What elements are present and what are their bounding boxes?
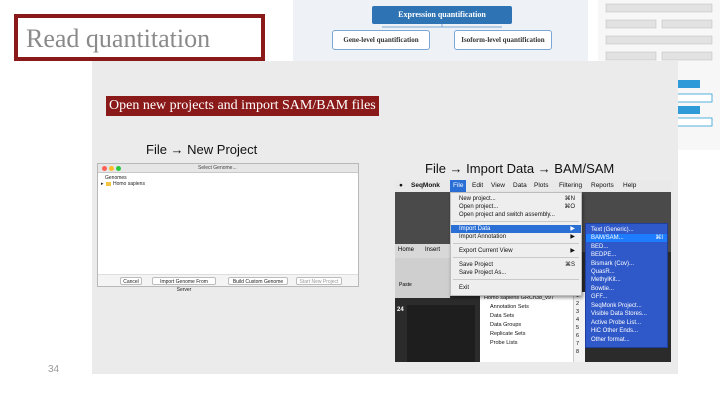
submenu-item-visible-data-stores[interactable]: Visible Data Stores... [586,310,667,318]
menu-item-open-switch-assembly[interactable]: Open project and switch assembly... [451,211,581,219]
menu-separator [453,257,579,258]
menu-item-import-annotation[interactable]: Import Annotation ▶ [451,233,581,241]
import-data-submenu: Text (Generic)... BAM/SAM... ⌘I BED... BE… [585,223,668,348]
select-genome-window: Select Genome... Genomes ▸ Homo sapiens … [97,163,359,293]
dialog-button-bar: Cancel Import Genome From Server Build C… [98,274,358,293]
menu-separator [453,279,579,280]
background-ribbon-tabs: Home Insert [395,244,450,258]
build-custom-genome-button[interactable]: Build Custom Genome [228,277,288,285]
submenu-item-active-probe-list[interactable]: Active Probe List... [586,319,667,327]
menubar: ● SeqMonk File Edit View Data Plots Filt… [395,180,671,192]
slide-title: Read quantitation [26,24,211,53]
submenu-item-seqmonk-project[interactable]: SeqMonk Project... [586,302,667,310]
page-number: 34 [48,364,60,375]
submenu-item-bedpe[interactable]: BEDPE... [586,251,667,259]
menu-separator [453,221,579,222]
menu-item-save-project[interactable]: Save Project ⌘S [451,261,581,269]
row-number: 5 [576,325,580,331]
tab-home[interactable]: Home [398,247,414,253]
tab-insert[interactable]: Insert [425,247,440,253]
file-menu: New project... ⌘N Open project... ⌘O Open … [450,192,582,296]
menu-plots[interactable]: Plots [534,180,548,192]
background-clipboard: Paste [395,258,450,298]
close-icon[interactable] [102,166,107,171]
apple-icon[interactable]: ● [399,180,403,192]
diagram-gene-level-box: Gene-level quantification [332,30,430,50]
diagram-isoform-level-box: Isoform-level quantification [454,30,552,50]
slide-title-box: Read quantitation [14,14,265,61]
minimize-icon[interactable] [109,166,114,171]
import-genome-button[interactable]: Import Genome From Server [152,277,216,293]
row-number: 6 [576,333,580,339]
data-tree-panel: Homo sapiens GRCh38_v97 Annotation Sets … [480,292,576,362]
import-data-caption: File → Import Data → BAM/SAM [425,161,615,176]
menu-item-export-current-view[interactable]: Export Current View ▶ [451,247,581,255]
tree-item[interactable]: Annotation Sets [490,303,529,311]
seqmonk-screenshot: Home Insert Paste 24 Homo sapiens GRCh38… [395,180,671,362]
menu-seqmonk[interactable]: SeqMonk [411,180,440,192]
maximize-icon[interactable] [116,166,121,171]
background-thumbnail [407,305,475,362]
row-number: 3 [576,309,580,315]
paste-label[interactable]: Paste [399,282,412,288]
menu-item-exit[interactable]: Exit [451,284,581,292]
submenu-item-methylkit[interactable]: MethylKit... [586,276,667,284]
tree-item[interactable]: Data Sets [490,312,514,320]
tree-item[interactable]: Data Groups [490,321,521,329]
window-title: Select Genome... [198,165,237,171]
submenu-item-other-format[interactable]: Other format... [586,336,667,344]
tree-item-homo-sapiens[interactable]: Homo sapiens [113,181,145,187]
menu-edit[interactable]: Edit [472,180,483,192]
submenu-item-quasr[interactable]: QuasR... [586,268,667,276]
new-project-caption: File → New Project [146,142,258,157]
submenu-item-gff[interactable]: GFF... [586,293,667,301]
chevron-right-icon[interactable]: ▸ [101,181,104,187]
section-heading: Open new projects and import SAM/BAM fil… [106,96,379,116]
row-number: 7 [576,341,580,347]
menu-item-open-project[interactable]: Open project... ⌘O [451,203,581,211]
side-number: 24 [397,307,404,313]
tree-item[interactable]: Probe Lists [490,339,518,347]
submenu-item-bowtie[interactable]: Bowtie... [586,285,667,293]
menu-filtering[interactable]: Filtering [559,180,582,192]
tree-item[interactable]: Replicate Sets [490,330,525,338]
start-new-project-button[interactable]: Start New Project [296,277,342,285]
row-number: 2 [576,301,580,307]
submenu-item-text-generic[interactable]: Text (Generic)... [586,226,667,234]
submenu-item-bismark[interactable]: Bismark (Cov)... [586,260,667,268]
submenu-item-bam-sam[interactable]: BAM/SAM... ⌘I [586,234,667,242]
row-number: 8 [576,349,580,355]
menu-item-import-data[interactable]: Import Data ▶ [451,225,581,233]
menu-data[interactable]: Data [513,180,527,192]
window-titlebar: Select Genome... [98,164,358,173]
menu-separator [453,243,579,244]
row-number-column: 1 2 3 4 5 6 7 8 [573,292,585,362]
menu-item-new-project[interactable]: New project... ⌘N [451,195,581,203]
row-number: 4 [576,317,580,323]
menu-help[interactable]: Help [623,180,636,192]
menu-file[interactable]: File [450,180,467,192]
submenu-item-hic-other-ends[interactable]: HiC Other Ends... [586,327,667,335]
menu-item-save-project-as[interactable]: Save Project As... [451,269,581,277]
folder-icon [106,182,111,186]
menu-reports[interactable]: Reports [591,180,614,192]
menu-view[interactable]: View [491,180,505,192]
cancel-button[interactable]: Cancel [120,277,142,285]
submenu-item-bed[interactable]: BED... [586,243,667,251]
